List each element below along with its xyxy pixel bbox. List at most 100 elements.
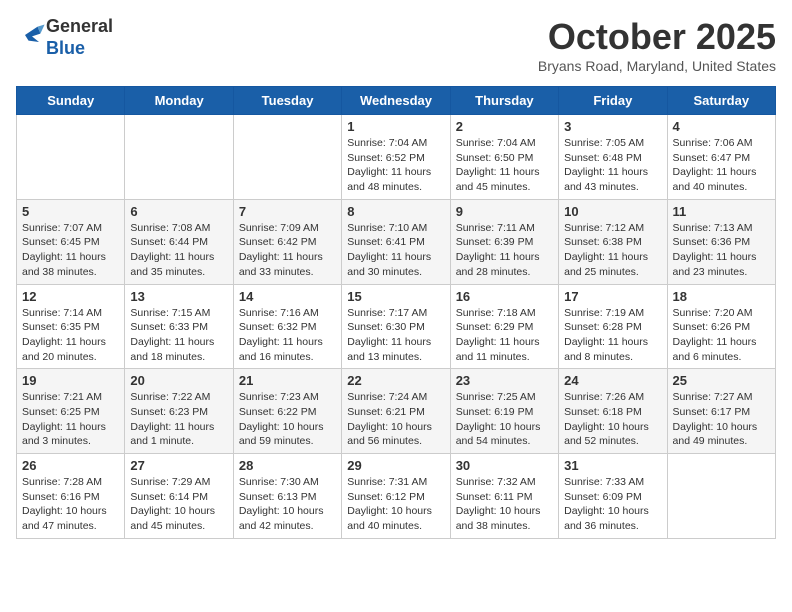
day-number: 17 [564,289,661,304]
calendar-day-cell: 18 Sunrise: 7:20 AM Sunset: 6:26 PM Dayli… [667,284,775,369]
day-info: Sunrise: 7:17 AM Sunset: 6:30 PM Dayligh… [347,306,444,365]
calendar-week-row: 1 Sunrise: 7:04 AM Sunset: 6:52 PM Daylig… [17,115,776,200]
day-number: 6 [130,204,227,219]
logo-bird-icon [18,21,46,49]
calendar-day-cell: 8 Sunrise: 7:10 AM Sunset: 6:41 PM Daylig… [342,199,450,284]
day-info: Sunrise: 7:30 AM Sunset: 6:13 PM Dayligh… [239,475,336,534]
weekday-header: Thursday [450,87,558,115]
calendar-table: SundayMondayTuesdayWednesdayThursdayFrid… [16,86,776,539]
calendar-day-cell: 30Sunrise: 7:32 AM Sunset: 6:11 PM Dayli… [450,454,558,539]
day-number: 4 [673,119,770,134]
day-number: 9 [456,204,553,219]
calendar-day-cell: 31 Sunrise: 7:33 AM Sunset: 6:09 PM Dayli… [559,454,667,539]
day-number: 5 [22,204,119,219]
day-number: 2 [456,119,553,134]
weekday-header: Saturday [667,87,775,115]
day-info: Sunrise: 7:07 AM Sunset: 6:45 PM Dayligh… [22,221,119,280]
day-number: 8 [347,204,444,219]
weekday-header: Tuesday [233,87,341,115]
day-number: 19 [22,373,119,388]
day-number: 10 [564,204,661,219]
calendar-day-cell: 16 Sunrise: 7:18 AM Sunset: 6:29 PM Dayli… [450,284,558,369]
day-number: 26 [22,458,119,473]
calendar-day-cell: 11 Sunrise: 7:13 AM Sunset: 6:36 PM Dayli… [667,199,775,284]
day-info: Sunrise: 7:13 AM Sunset: 6:36 PM Dayligh… [673,221,770,280]
weekday-header: Sunday [17,87,125,115]
day-number: 25 [673,373,770,388]
day-number: 27 [130,458,227,473]
day-number: 1 [347,119,444,134]
calendar-week-row: 12 Sunrise: 7:14 AM Sunset: 6:35 PM Dayli… [17,284,776,369]
page-header: General Blue October 2025 Bryans Road, M… [16,16,776,74]
calendar-day-cell: 21 Sunrise: 7:23 AM Sunset: 6:22 PM Dayli… [233,369,341,454]
day-info: Sunrise: 7:06 AM Sunset: 6:47 PM Dayligh… [673,136,770,195]
calendar-day-cell: 25 Sunrise: 7:27 AM Sunset: 6:17 PM Dayli… [667,369,775,454]
day-info: Sunrise: 7:09 AM Sunset: 6:42 PM Dayligh… [239,221,336,280]
day-number: 11 [673,204,770,219]
calendar-week-row: 26Sunrise: 7:28 AM Sunset: 6:16 PM Dayli… [17,454,776,539]
day-info: Sunrise: 7:32 AM Sunset: 6:11 PM Dayligh… [456,475,553,534]
day-number: 28 [239,458,336,473]
calendar-day-cell: 4 Sunrise: 7:06 AM Sunset: 6:47 PM Daylig… [667,115,775,200]
calendar-day-cell: 3Sunrise: 7:05 AM Sunset: 6:48 PM Daylig… [559,115,667,200]
day-info: Sunrise: 7:05 AM Sunset: 6:48 PM Dayligh… [564,136,661,195]
calendar-day-cell: 14 Sunrise: 7:16 AM Sunset: 6:32 PM Dayli… [233,284,341,369]
day-number: 13 [130,289,227,304]
day-number: 7 [239,204,336,219]
calendar-day-cell: 13Sunrise: 7:15 AM Sunset: 6:33 PM Dayli… [125,284,233,369]
calendar-day-cell: 20 Sunrise: 7:22 AM Sunset: 6:23 PM Dayli… [125,369,233,454]
day-info: Sunrise: 7:16 AM Sunset: 6:32 PM Dayligh… [239,306,336,365]
day-number: 21 [239,373,336,388]
day-number: 15 [347,289,444,304]
day-number: 18 [673,289,770,304]
location-subtitle: Bryans Road, Maryland, United States [538,58,776,74]
calendar-week-row: 19Sunrise: 7:21 AM Sunset: 6:25 PM Dayli… [17,369,776,454]
calendar-day-cell: 22Sunrise: 7:24 AM Sunset: 6:21 PM Dayli… [342,369,450,454]
day-info: Sunrise: 7:25 AM Sunset: 6:19 PM Dayligh… [456,390,553,449]
weekday-header: Friday [559,87,667,115]
day-info: Sunrise: 7:10 AM Sunset: 6:41 PM Dayligh… [347,221,444,280]
day-info: Sunrise: 7:14 AM Sunset: 6:35 PM Dayligh… [22,306,119,365]
calendar-day-cell: 2 Sunrise: 7:04 AM Sunset: 6:50 PM Daylig… [450,115,558,200]
day-number: 16 [456,289,553,304]
calendar-day-cell: 7 Sunrise: 7:09 AM Sunset: 6:42 PM Daylig… [233,199,341,284]
calendar-day-cell [125,115,233,200]
day-info: Sunrise: 7:22 AM Sunset: 6:23 PM Dayligh… [130,390,227,449]
weekday-header: Wednesday [342,87,450,115]
calendar-day-cell: 17 Sunrise: 7:19 AM Sunset: 6:28 PM Dayli… [559,284,667,369]
day-info: Sunrise: 7:20 AM Sunset: 6:26 PM Dayligh… [673,306,770,365]
day-info: Sunrise: 7:23 AM Sunset: 6:22 PM Dayligh… [239,390,336,449]
day-number: 24 [564,373,661,388]
calendar-day-cell: 28 Sunrise: 7:30 AM Sunset: 6:13 PM Dayli… [233,454,341,539]
calendar-day-cell: 6Sunrise: 7:08 AM Sunset: 6:44 PM Daylig… [125,199,233,284]
calendar-day-cell: 27 Sunrise: 7:29 AM Sunset: 6:14 PM Dayli… [125,454,233,539]
calendar-day-cell: 26Sunrise: 7:28 AM Sunset: 6:16 PM Dayli… [17,454,125,539]
calendar-day-cell: 10Sunrise: 7:12 AM Sunset: 6:38 PM Dayli… [559,199,667,284]
calendar-day-cell: 24 Sunrise: 7:26 AM Sunset: 6:18 PM Dayli… [559,369,667,454]
day-number: 12 [22,289,119,304]
day-number: 20 [130,373,227,388]
calendar-day-cell [17,115,125,200]
calendar-day-cell: 12 Sunrise: 7:14 AM Sunset: 6:35 PM Dayli… [17,284,125,369]
day-info: Sunrise: 7:31 AM Sunset: 6:12 PM Dayligh… [347,475,444,534]
day-info: Sunrise: 7:18 AM Sunset: 6:29 PM Dayligh… [456,306,553,365]
day-info: Sunrise: 7:29 AM Sunset: 6:14 PM Dayligh… [130,475,227,534]
day-number: 29 [347,458,444,473]
calendar-week-row: 5 Sunrise: 7:07 AM Sunset: 6:45 PM Daylig… [17,199,776,284]
weekday-header-row: SundayMondayTuesdayWednesdayThursdayFrid… [17,87,776,115]
day-info: Sunrise: 7:26 AM Sunset: 6:18 PM Dayligh… [564,390,661,449]
calendar-day-cell: 19Sunrise: 7:21 AM Sunset: 6:25 PM Dayli… [17,369,125,454]
calendar-day-cell: 15 Sunrise: 7:17 AM Sunset: 6:30 PM Dayli… [342,284,450,369]
day-info: Sunrise: 7:24 AM Sunset: 6:21 PM Dayligh… [347,390,444,449]
day-info: Sunrise: 7:27 AM Sunset: 6:17 PM Dayligh… [673,390,770,449]
month-title: October 2025 [538,16,776,58]
day-info: Sunrise: 7:04 AM Sunset: 6:52 PM Dayligh… [347,136,444,195]
day-info: Sunrise: 7:04 AM Sunset: 6:50 PM Dayligh… [456,136,553,195]
day-number: 31 [564,458,661,473]
day-info: Sunrise: 7:33 AM Sunset: 6:09 PM Dayligh… [564,475,661,534]
title-area: October 2025 Bryans Road, Maryland, Unit… [538,16,776,74]
day-info: Sunrise: 7:19 AM Sunset: 6:28 PM Dayligh… [564,306,661,365]
logo: General Blue [16,16,113,59]
day-info: Sunrise: 7:11 AM Sunset: 6:39 PM Dayligh… [456,221,553,280]
day-number: 14 [239,289,336,304]
